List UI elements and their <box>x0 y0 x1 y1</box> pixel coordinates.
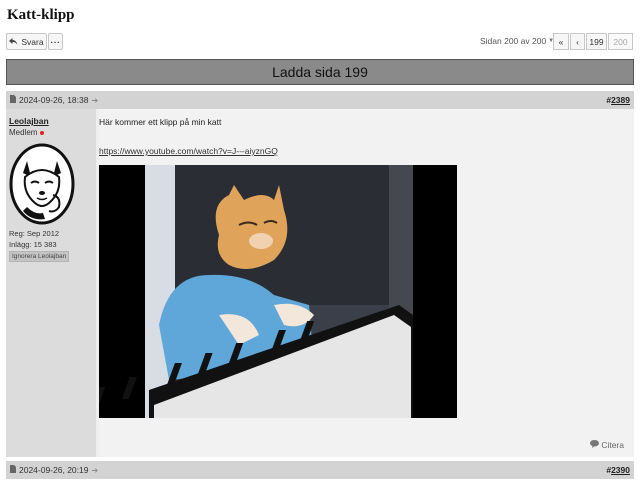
youtube-link[interactable]: https://www.youtube.com/watch?v=J---aiyz… <box>99 146 278 156</box>
document-icon <box>10 95 16 105</box>
author-name-link[interactable]: Leolajban <box>9 116 49 126</box>
post-header: 2024-09-26, 18:38 ➔ #2389 <box>6 91 634 109</box>
post-content: Här kommer ett klipp på min katt https:/… <box>99 109 634 457</box>
arrow-right-icon[interactable]: ➔ <box>91 96 98 105</box>
next-post-number: 2390 <box>611 465 630 475</box>
post-text: Här kommer ett klipp på min katt <box>99 117 222 127</box>
post-date: 2024-09-26, 18:38 <box>10 95 88 105</box>
online-dot-icon <box>40 130 45 135</box>
thread-title: Katt-klipp <box>7 7 75 23</box>
previous-page-button[interactable]: ‹ <box>570 33 585 50</box>
post-number: 2389 <box>611 95 630 105</box>
speech-bubble-icon <box>590 440 600 450</box>
reply-arrow-icon <box>9 37 18 47</box>
author-post-count: Inlägg: 15 383 <box>9 240 57 249</box>
author-registered: Reg: Sep 2012 <box>9 229 60 238</box>
video-embed[interactable] <box>99 165 457 418</box>
post-permalink[interactable]: #2389 <box>606 95 630 105</box>
page-selector[interactable]: Sidan 200 av 200 ▼ <box>480 36 554 46</box>
page-info-label: Sidan 200 av 200 <box>480 36 547 46</box>
reply-button[interactable]: Svara <box>6 33 47 50</box>
post-body: Leolajban Medlem Reg: Sep 2012 Inlägg: 1… <box>6 109 634 457</box>
post-date-text: 2024-09-26, 18:38 <box>19 95 89 105</box>
next-post-date-text: 2024-09-26, 20:19 <box>19 465 89 475</box>
load-previous-page-button[interactable]: Ladda sida 199 <box>6 59 634 85</box>
first-page-button[interactable]: « <box>553 33 569 50</box>
reply-label: Svara <box>21 36 44 47</box>
quote-button[interactable]: Citera <box>590 440 624 450</box>
next-post-date: 2024-09-26, 20:19 <box>10 465 88 475</box>
current-page: 200 <box>608 33 633 50</box>
arrow-right-icon[interactable]: ➔ <box>91 466 98 475</box>
quote-label: Citera <box>601 440 624 450</box>
more-options-button[interactable]: ··· <box>48 33 63 50</box>
user-info-column: Leolajban Medlem Reg: Sep 2012 Inlägg: 1… <box>6 109 96 457</box>
load-bar-label: Ladda sida 199 <box>272 64 368 80</box>
page-link-199[interactable]: 199 <box>586 33 607 50</box>
avatar[interactable] <box>9 143 75 225</box>
document-icon <box>10 465 16 475</box>
next-post-header: 2024-09-26, 20:19 ➔ #2390 <box>6 461 634 479</box>
next-post-permalink[interactable]: #2390 <box>606 465 630 475</box>
author-role: Medlem <box>9 128 45 137</box>
author-role-text: Medlem <box>9 128 38 137</box>
ignore-user-button[interactable]: Ignorera Leolajban <box>9 251 70 262</box>
